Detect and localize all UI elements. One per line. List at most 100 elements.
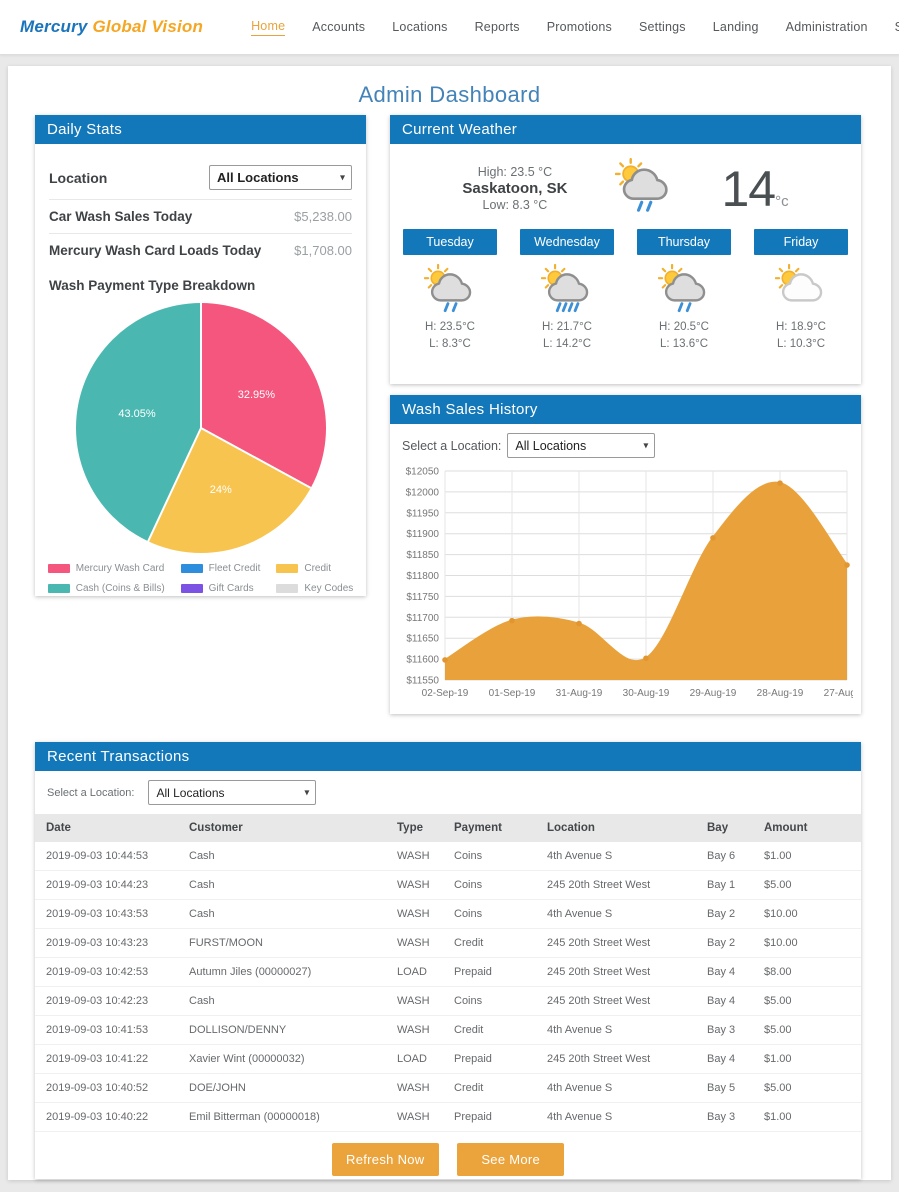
cell-amount: $1.00 [758, 842, 861, 871]
cell-payment: Coins [448, 987, 541, 1016]
cell-location: 4th Avenue S [541, 1074, 701, 1103]
stat-row-car-wash-sales: Car Wash Sales Today $5,238.00 [49, 200, 352, 234]
day-button-wednesday[interactable]: Wednesday [520, 229, 614, 255]
cell-payment: Coins [448, 871, 541, 900]
cell-customer: Cash [183, 987, 391, 1016]
page-title: Admin Dashboard [8, 82, 891, 108]
cell-payment: Credit [448, 1016, 541, 1045]
column-header-type: Type [391, 814, 448, 842]
legend-swatch [48, 564, 70, 573]
sun-cloud-rain-icon [615, 158, 673, 219]
transactions-header: Recent Transactions [35, 742, 861, 771]
wash-sales-history-panel: Wash Sales History Select a Location: Al… [390, 395, 861, 714]
table-row: 2019-09-03 10:43:23FURST/MOONWASHCredit2… [35, 929, 861, 958]
cell-location: 245 20th Street West [541, 958, 701, 987]
svg-text:30-Aug-19: 30-Aug-19 [623, 688, 670, 699]
stat-value: $1,708.00 [294, 243, 352, 258]
location-row: Location All Locations [49, 156, 352, 200]
stat-label: Mercury Wash Card Loads Today [49, 243, 261, 258]
cell-bay: Bay 2 [701, 929, 758, 958]
cell-date: 2019-09-03 10:42:23 [35, 987, 183, 1016]
legend-label: Cash (Coins & Bills) [76, 583, 165, 594]
day-button-tuesday[interactable]: Tuesday [403, 229, 497, 255]
transactions-location-select[interactable]: All Locations [148, 780, 316, 805]
cell-location: 4th Avenue S [541, 1103, 701, 1132]
nav-item-home[interactable]: Home [251, 19, 285, 36]
nav-item-administration[interactable]: Administration [786, 20, 868, 34]
cell-payment: Coins [448, 900, 541, 929]
cell-amount: $5.00 [758, 871, 861, 900]
svg-text:29-Aug-19: 29-Aug-19 [690, 688, 737, 699]
day-low: L: 14.2°C [520, 338, 614, 350]
current-low: Low: 8.3 °C [462, 198, 567, 212]
day-high: H: 21.7°C [520, 321, 614, 333]
location-label: Location [49, 170, 107, 186]
top-navigation: Mercury Global Vision Home Accounts Locati… [0, 0, 899, 55]
forecast-day-tuesday: Tuesday H: 23.5°C L: 8.3°C [403, 229, 497, 350]
current-temperature: 14°c [721, 160, 788, 218]
table-row: 2019-09-03 10:44:53CashWASHCoins4th Aven… [35, 842, 861, 871]
cell-type: WASH [391, 1016, 448, 1045]
cell-type: LOAD [391, 958, 448, 987]
recent-transactions-panel: Recent Transactions Select a Location: A… [35, 742, 861, 1179]
cell-bay: Bay 5 [701, 1074, 758, 1103]
nav-item-support[interactable]: Support [895, 20, 899, 34]
cell-payment: Prepaid [448, 958, 541, 987]
day-high: H: 23.5°C [403, 321, 497, 333]
current-city: Saskatoon, SK [462, 180, 567, 197]
wash-history-header: Wash Sales History [390, 395, 861, 424]
column-header-customer: Customer [183, 814, 391, 842]
pie-slice-label: 32.95% [238, 389, 275, 401]
legend-item: Gift Cards [181, 583, 261, 594]
nav-item-accounts[interactable]: Accounts [312, 20, 365, 34]
cell-amount: $1.00 [758, 1045, 861, 1074]
day-low: L: 8.3°C [403, 338, 497, 350]
cell-payment: Prepaid [448, 1103, 541, 1132]
cell-customer: Cash [183, 871, 391, 900]
location-select[interactable]: All Locations [209, 165, 352, 190]
sun-cloud-rain-icon [637, 264, 731, 316]
pie-chart-title: Wash Payment Type Breakdown [49, 267, 352, 297]
cell-customer: DOLLISON/DENNY [183, 1016, 391, 1045]
nav-menu: Home Accounts Locations Reports Promotions Se… [251, 19, 899, 36]
column-header-bay: Bay [701, 814, 758, 842]
day-button-friday[interactable]: Friday [754, 229, 848, 255]
cell-location: 245 20th Street West [541, 1045, 701, 1074]
svg-text:$11600: $11600 [406, 655, 439, 666]
forecast-day-thursday: Thursday H: 20.5°CL: 13.6°C [637, 229, 731, 350]
legend-item: Cash (Coins & Bills) [48, 583, 165, 594]
cell-location: 4th Avenue S [541, 842, 701, 871]
nav-item-locations[interactable]: Locations [392, 20, 447, 34]
weather-header: Current Weather [390, 115, 861, 144]
nav-item-landing[interactable]: Landing [713, 20, 759, 34]
cell-date: 2019-09-03 10:41:53 [35, 1016, 183, 1045]
stat-row-card-loads: Mercury Wash Card Loads Today $1,708.00 [49, 234, 352, 267]
svg-text:$11800: $11800 [406, 571, 439, 582]
legend-item: Fleet Credit [181, 563, 261, 574]
cell-payment: Credit [448, 1074, 541, 1103]
nav-item-settings[interactable]: Settings [639, 20, 686, 34]
nav-item-reports[interactable]: Reports [475, 20, 520, 34]
cell-amount: $1.00 [758, 1103, 861, 1132]
legend-label: Key Codes [304, 583, 353, 594]
nav-item-promotions[interactable]: Promotions [547, 20, 612, 34]
svg-text:$11700: $11700 [406, 613, 439, 624]
see-more-button[interactable]: See More [457, 1143, 564, 1176]
cell-type: WASH [391, 987, 448, 1016]
wash-history-location-select[interactable]: All Locations [507, 433, 655, 458]
cell-date: 2019-09-03 10:44:53 [35, 842, 183, 871]
cell-amount: $5.00 [758, 1074, 861, 1103]
column-header-payment: Payment [448, 814, 541, 842]
legend-label: Gift Cards [209, 583, 254, 594]
forecast-day-friday: Friday H: 18.9°CL: 10.3°C [754, 229, 848, 350]
cell-date: 2019-09-03 10:40:22 [35, 1103, 183, 1132]
table-row: 2019-09-03 10:41:22Xavier Wint (00000032… [35, 1045, 861, 1074]
cell-customer: DOE/JOHN [183, 1074, 391, 1103]
cell-bay: Bay 6 [701, 842, 758, 871]
svg-text:31-Aug-19: 31-Aug-19 [556, 688, 603, 699]
stat-value: $5,238.00 [294, 209, 352, 224]
day-button-thursday[interactable]: Thursday [637, 229, 731, 255]
app-logo: Mercury Global Vision [20, 17, 203, 37]
refresh-now-button[interactable]: Refresh Now [332, 1143, 439, 1176]
legend-swatch [48, 584, 70, 593]
